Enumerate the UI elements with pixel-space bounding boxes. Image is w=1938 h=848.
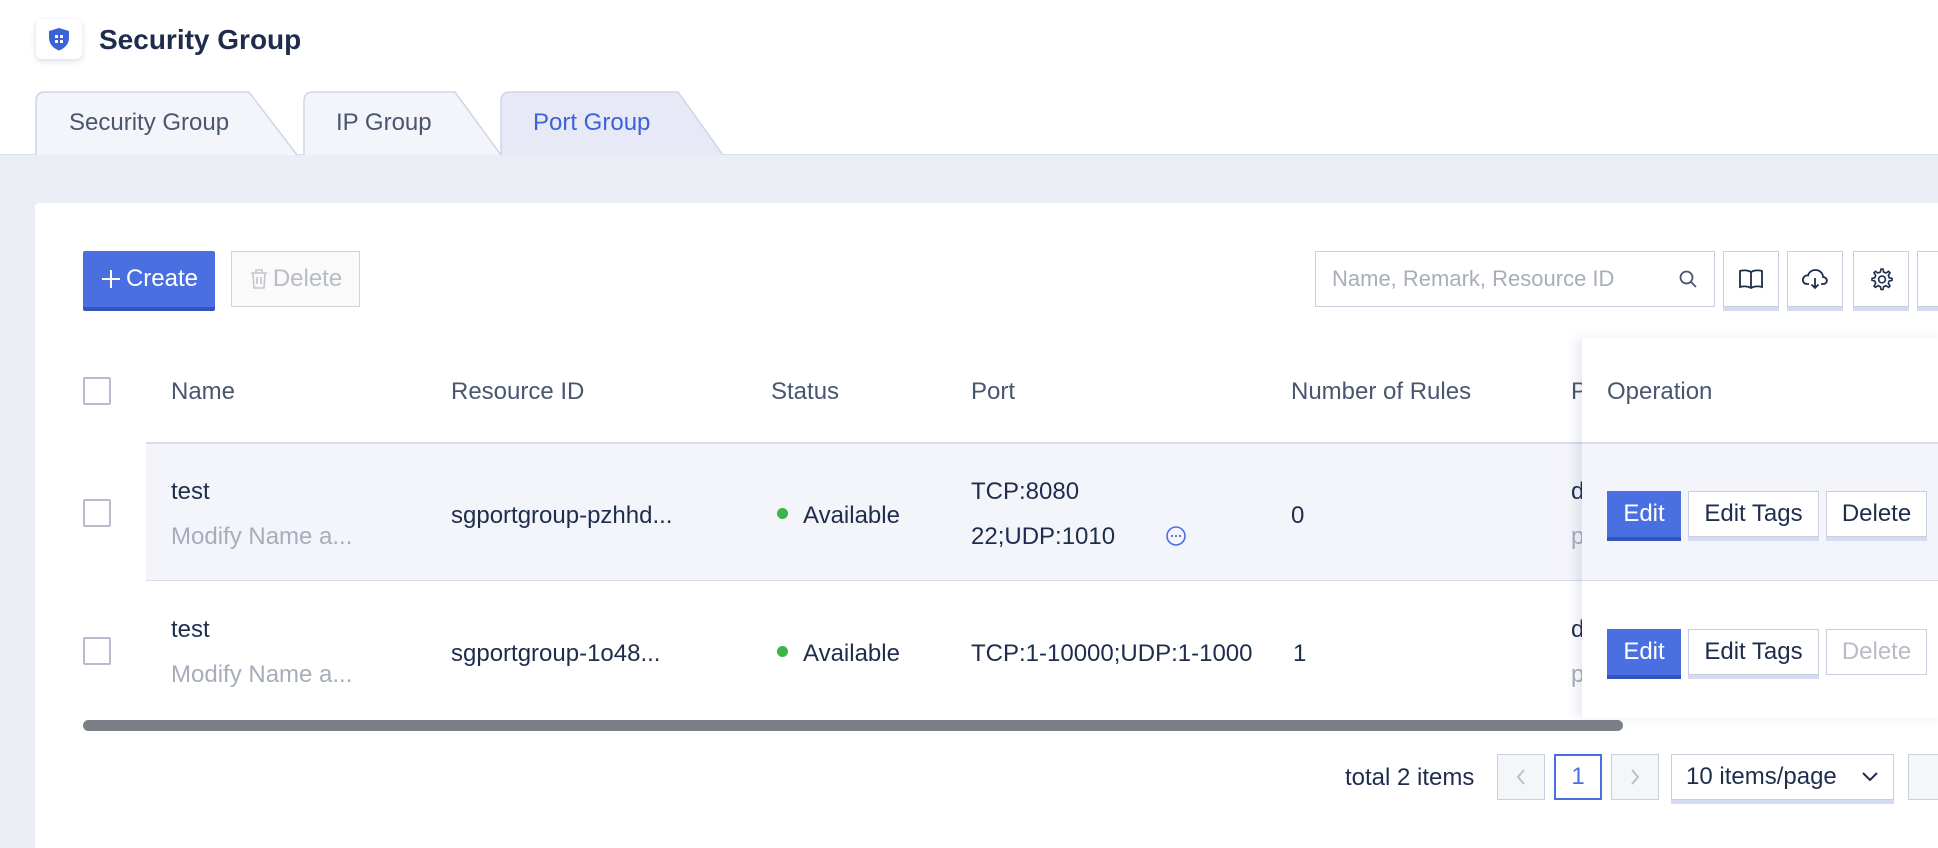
column-header-operation: Operation — [1607, 378, 1713, 405]
chevron-left-icon — [1516, 769, 1525, 785]
page-jump-input[interactable] — [1908, 754, 1938, 800]
trash-icon — [250, 269, 267, 289]
tab-label: Port Group — [533, 109, 651, 136]
operation-row-divider — [1582, 580, 1938, 581]
edit-tags-button[interactable]: Edit Tags — [1688, 629, 1819, 675]
row-remark[interactable]: Modify Name a... — [171, 661, 352, 689]
search-icon[interactable] — [1678, 269, 1698, 289]
column-header-port[interactable]: Port — [971, 378, 1015, 406]
shield-icon — [49, 28, 69, 51]
row-resource-id[interactable]: sgportgroup-pzhhd... — [451, 502, 672, 530]
status-dot — [777, 646, 788, 657]
more-details-icon[interactable] — [1165, 525, 1187, 552]
tab-ip-group[interactable]: IP Group — [303, 91, 503, 155]
tab-security-group[interactable]: Security Group — [35, 91, 299, 155]
search-input[interactable] — [1332, 266, 1678, 292]
edit-button[interactable]: Edit — [1607, 491, 1681, 537]
row-port-continued: 22;UDP:1010 — [971, 523, 1116, 550]
column-header-resource-id[interactable]: Resource ID — [451, 378, 584, 406]
row-name[interactable]: test — [171, 478, 210, 506]
edit-tags-button[interactable]: Edit Tags — [1688, 491, 1819, 537]
select-all-checkbox[interactable] — [83, 377, 111, 405]
create-label: Create — [125, 265, 199, 292]
page-number-button[interactable]: 1 — [1554, 754, 1602, 800]
row-rules: 0 — [1291, 502, 1305, 529]
chevron-right-icon — [1631, 769, 1640, 785]
row-port: TCP:8080 — [971, 478, 1080, 505]
security-group-logo — [36, 19, 82, 59]
chevron-down-icon — [1862, 772, 1878, 782]
row-remark[interactable]: Modify Name a... — [171, 523, 352, 551]
row-status: Available — [803, 640, 900, 667]
operation-header-divider — [1582, 442, 1938, 444]
row-delete-button[interactable]: Delete — [1826, 491, 1927, 537]
page-title: Security Group — [99, 24, 302, 55]
plus-icon — [101, 270, 120, 288]
column-header-status[interactable]: Status — [771, 378, 839, 406]
page-size-select[interactable]: 10 items/page — [1671, 754, 1894, 800]
row-resource-id[interactable]: sgportgroup-1o48... — [451, 640, 660, 668]
edit-button[interactable]: Edit — [1607, 629, 1681, 675]
tab-label: IP Group — [336, 109, 432, 136]
row-checkbox[interactable] — [83, 637, 111, 665]
row-delete-button-disabled[interactable]: Delete — [1826, 629, 1927, 675]
total-items: total 2 items — [1345, 764, 1475, 791]
column-header-number-of-rules[interactable]: Number of Rules — [1291, 378, 1471, 406]
next-page-button[interactable] — [1611, 754, 1659, 800]
row-checkbox[interactable] — [83, 499, 111, 527]
search-box[interactable] — [1315, 251, 1715, 307]
cloud-download-icon — [1802, 269, 1828, 290]
row-status: Available — [803, 502, 900, 529]
settings-icon-button[interactable] — [1853, 251, 1909, 307]
create-button[interactable]: Create — [83, 251, 215, 307]
book-icon-button[interactable] — [1723, 251, 1779, 307]
row-name[interactable]: test — [171, 616, 210, 644]
tab-label: Security Group — [69, 109, 230, 136]
delete-button[interactable]: Delete — [231, 251, 360, 307]
prev-page-button[interactable] — [1497, 754, 1545, 800]
page-size-value: 10 items/page — [1686, 763, 1837, 790]
more-icon-button[interactable] — [1917, 251, 1938, 307]
tab-port-group[interactable]: Port Group — [500, 91, 725, 155]
cloud-download-icon-button[interactable] — [1787, 251, 1843, 307]
row-port: TCP:1-10000;UDP:1-1000 — [971, 640, 1253, 667]
gear-icon — [1871, 268, 1893, 291]
column-header-name[interactable]: Name — [171, 378, 235, 406]
delete-label: Delete — [272, 265, 343, 292]
horizontal-scrollbar[interactable] — [83, 720, 1623, 731]
book-icon — [1739, 269, 1763, 290]
status-dot — [777, 508, 788, 519]
row-rules: 1 — [1293, 640, 1307, 667]
